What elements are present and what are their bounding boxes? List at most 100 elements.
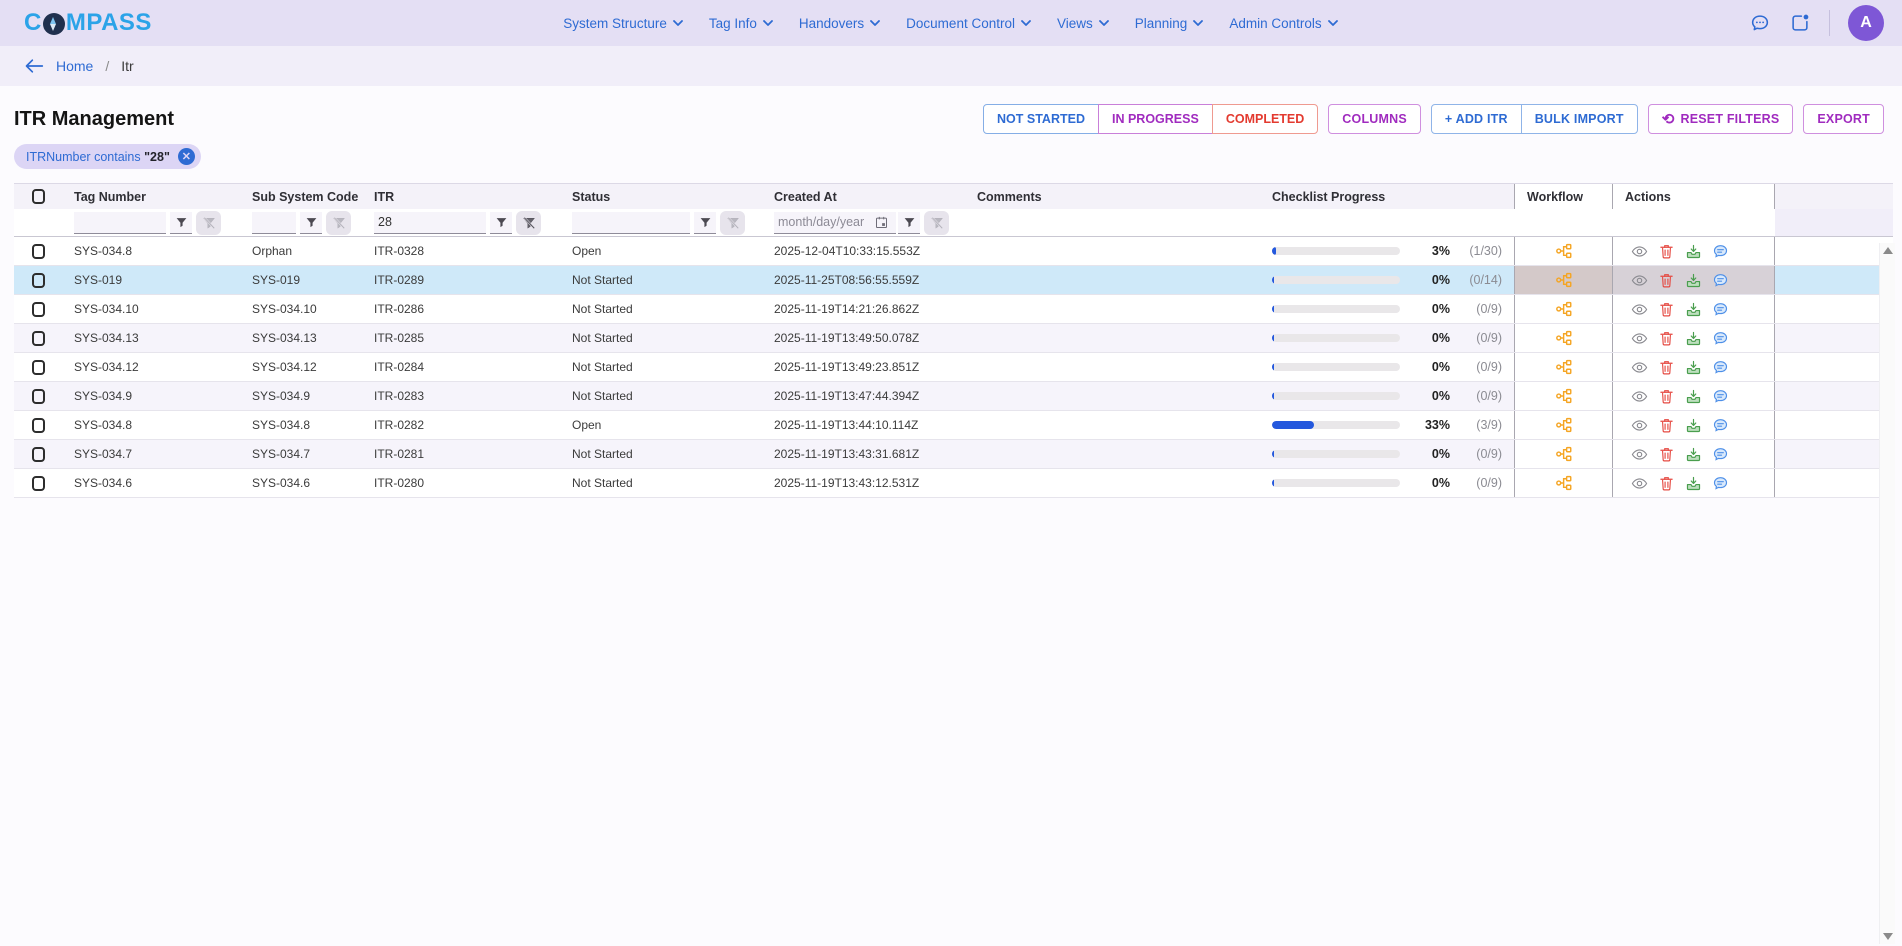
nav-item-admin-controls[interactable]: Admin Controls — [1229, 16, 1337, 31]
nav-item-document-control[interactable]: Document Control — [906, 16, 1031, 31]
workflow-icon[interactable] — [1555, 300, 1573, 318]
header-tag-number[interactable]: Tag Number — [62, 190, 240, 204]
workflow-icon[interactable] — [1555, 329, 1573, 347]
scroll-down-icon[interactable] — [1883, 933, 1893, 940]
tag-filter-clear-icon[interactable] — [196, 211, 221, 235]
nav-item-tag-info[interactable]: Tag Info — [709, 16, 773, 31]
view-icon[interactable] — [1631, 243, 1648, 260]
delete-icon[interactable] — [1658, 475, 1675, 492]
view-icon[interactable] — [1631, 330, 1648, 347]
workflow-icon[interactable] — [1555, 271, 1573, 289]
tag-number-filter-input[interactable] — [74, 212, 166, 234]
comment-icon[interactable] — [1712, 475, 1729, 492]
row-checkbox[interactable] — [32, 389, 45, 404]
select-all-checkbox[interactable] — [32, 189, 45, 204]
import-icon[interactable] — [1685, 417, 1702, 434]
row-checkbox[interactable] — [32, 447, 45, 462]
sub-system-filter-funnel-icon[interactable] — [300, 212, 322, 234]
nav-item-handovers[interactable]: Handovers — [799, 16, 880, 31]
status-filter-input[interactable] — [572, 212, 690, 234]
view-icon[interactable] — [1631, 272, 1648, 289]
export-button[interactable]: EXPORT — [1803, 104, 1884, 134]
import-icon[interactable] — [1685, 359, 1702, 376]
row-checkbox[interactable] — [32, 302, 45, 317]
delete-icon[interactable] — [1658, 446, 1675, 463]
notifications-icon[interactable] — [1789, 12, 1811, 34]
import-icon[interactable] — [1685, 446, 1702, 463]
workflow-icon[interactable] — [1555, 387, 1573, 405]
chat-icon[interactable] — [1749, 12, 1771, 34]
row-checkbox[interactable] — [32, 360, 45, 375]
status-filter-clear-icon[interactable] — [720, 211, 745, 235]
view-icon[interactable] — [1631, 446, 1648, 463]
breadcrumb-home-link[interactable]: Home — [56, 58, 93, 74]
import-icon[interactable] — [1685, 301, 1702, 318]
in-progress-button[interactable]: IN PROGRESS — [1098, 104, 1213, 134]
scroll-up-icon[interactable] — [1883, 247, 1893, 254]
header-sub-system-code[interactable]: Sub System Code — [240, 190, 362, 204]
view-icon[interactable] — [1631, 475, 1648, 492]
import-icon[interactable] — [1685, 243, 1702, 260]
sub-system-filter-clear-icon[interactable] — [326, 211, 351, 235]
reset-filters-button[interactable]: ⟲ RESET FILTERS — [1648, 104, 1794, 134]
itr-filter-input[interactable] — [374, 212, 486, 234]
itr-filter-clear-icon[interactable] — [516, 211, 541, 235]
columns-button[interactable]: COLUMNS — [1328, 104, 1421, 134]
created-at-filter-clear-icon[interactable] — [924, 211, 949, 235]
view-icon[interactable] — [1631, 417, 1648, 434]
import-icon[interactable] — [1685, 475, 1702, 492]
delete-icon[interactable] — [1658, 330, 1675, 347]
header-itr[interactable]: ITR — [362, 190, 560, 204]
header-comments[interactable]: Comments — [965, 190, 1260, 204]
import-icon[interactable] — [1685, 330, 1702, 347]
delete-icon[interactable] — [1658, 388, 1675, 405]
view-icon[interactable] — [1631, 388, 1648, 405]
delete-icon[interactable] — [1658, 417, 1675, 434]
tag-filter-funnel-icon[interactable] — [170, 212, 192, 234]
import-icon[interactable] — [1685, 272, 1702, 289]
completed-button[interactable]: COMPLETED — [1212, 104, 1318, 134]
nav-item-views[interactable]: Views — [1057, 16, 1109, 31]
row-checkbox[interactable] — [32, 331, 45, 346]
workflow-icon[interactable] — [1555, 445, 1573, 463]
comment-icon[interactable] — [1712, 330, 1729, 347]
avatar[interactable]: A — [1848, 5, 1884, 41]
row-checkbox[interactable] — [32, 273, 45, 288]
workflow-icon[interactable] — [1555, 358, 1573, 376]
workflow-icon[interactable] — [1555, 242, 1573, 260]
status-filter-funnel-icon[interactable] — [694, 212, 716, 234]
delete-icon[interactable] — [1658, 272, 1675, 289]
header-status[interactable]: Status — [560, 190, 762, 204]
itr-filter-funnel-icon[interactable] — [490, 212, 512, 234]
compass-logo[interactable]: C MPASS — [24, 9, 152, 37]
comment-icon[interactable] — [1712, 359, 1729, 376]
bulk-import-button[interactable]: BULK IMPORT — [1521, 104, 1638, 134]
comment-icon[interactable] — [1712, 243, 1729, 260]
add-itr-button[interactable]: + ADD ITR — [1431, 104, 1522, 134]
calendar-icon[interactable] — [874, 215, 889, 230]
comment-icon[interactable] — [1712, 417, 1729, 434]
delete-icon[interactable] — [1658, 301, 1675, 318]
row-checkbox[interactable] — [32, 418, 45, 433]
row-checkbox[interactable] — [32, 244, 45, 259]
delete-icon[interactable] — [1658, 243, 1675, 260]
row-checkbox[interactable] — [32, 476, 45, 491]
view-icon[interactable] — [1631, 301, 1648, 318]
comment-icon[interactable] — [1712, 272, 1729, 289]
sub-system-filter-input[interactable] — [252, 212, 296, 234]
header-checklist-progress[interactable]: Checklist Progress — [1260, 190, 1514, 204]
workflow-icon[interactable] — [1555, 416, 1573, 434]
delete-icon[interactable] — [1658, 359, 1675, 376]
not-started-button[interactable]: NOT STARTED — [983, 104, 1099, 134]
vertical-scrollbar[interactable] — [1879, 243, 1895, 944]
import-icon[interactable] — [1685, 388, 1702, 405]
view-icon[interactable] — [1631, 359, 1648, 376]
nav-item-planning[interactable]: Planning — [1135, 16, 1204, 31]
comment-icon[interactable] — [1712, 388, 1729, 405]
workflow-icon[interactable] — [1555, 474, 1573, 492]
comment-icon[interactable] — [1712, 446, 1729, 463]
filter-chip-close-icon[interactable]: ✕ — [178, 148, 195, 165]
comment-icon[interactable] — [1712, 301, 1729, 318]
back-arrow-icon[interactable] — [24, 58, 44, 74]
created-at-filter-funnel-icon[interactable] — [898, 212, 920, 234]
